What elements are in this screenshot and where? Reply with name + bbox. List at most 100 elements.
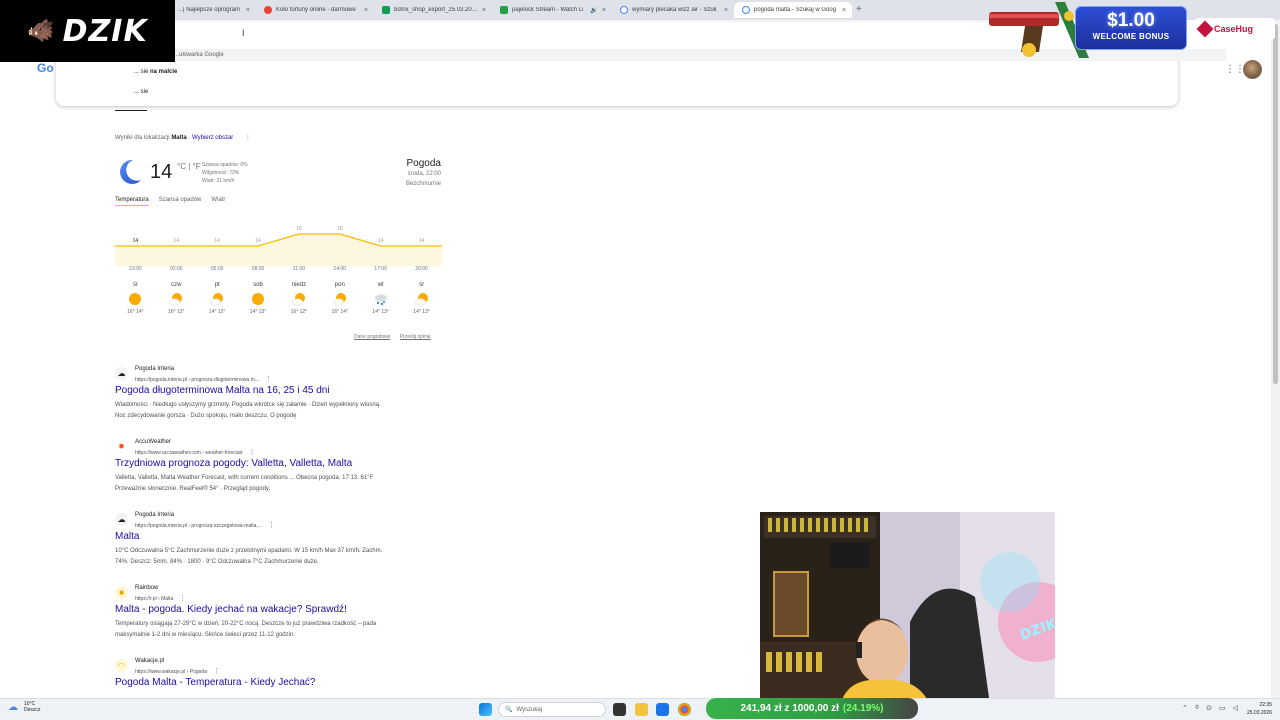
day-temps: 16° 14° — [331, 309, 349, 315]
logo-text: DZIK — [62, 13, 148, 49]
browser-tab[interactable]: Koło fortuny online - darmowe × — [256, 2, 374, 18]
url-text: https://www.accuweather.com › weather-fo… — [135, 450, 243, 456]
scrollbar-thumb[interactable] — [1273, 24, 1278, 384]
temperature-point-label: 14 — [174, 238, 180, 244]
result-url[interactable]: https://r.pl › Malta ⋮ — [135, 594, 186, 602]
browser-tab[interactable]: pajelock Stream - Watch Li 🔊 × — [492, 2, 612, 18]
windows-start-icon[interactable] — [479, 703, 492, 716]
tab-precipitation[interactable]: Szansa opadów — [159, 197, 202, 206]
more-options-icon[interactable]: ⋮ — [179, 595, 186, 602]
result-site[interactable]: Pogoda Interia — [135, 366, 174, 372]
search-result: ◠ Wakacje.pl https://www.wakacje.pl › Po… — [115, 658, 455, 695]
chrome-icon[interactable] — [678, 703, 691, 716]
result-title[interactable]: Malta - pogoda. Kiedy jechać na wakacje?… — [115, 604, 347, 615]
weather-footer: Dane pogodowe Prześlij opinię — [346, 334, 431, 340]
avatar[interactable] — [1243, 60, 1262, 79]
result-url[interactable]: https://www.accuweather.com › weather-fo… — [135, 448, 256, 456]
day-forecast[interactable]: pt 14° 12° — [200, 282, 234, 315]
day-temps: 14° 13° — [372, 309, 389, 315]
day-forecast[interactable]: śr 16° 14° — [118, 282, 152, 315]
feedback-link[interactable]: Prześlij opinię — [400, 334, 431, 340]
more-options-icon[interactable]: ⋮ — [268, 522, 275, 529]
day-forecast[interactable]: pon 16° 14° — [323, 282, 357, 315]
browser-tab[interactable]: wymiary plecaka wizz air - Szuk × — [612, 2, 734, 18]
unit-toggle[interactable]: °C | °F — [177, 162, 201, 171]
more-options-icon[interactable]: ⋮ — [245, 135, 251, 141]
file-explorer-icon[interactable] — [635, 703, 648, 716]
more-options-icon[interactable]: ⋮ — [265, 376, 272, 383]
new-tab-button[interactable]: + — [856, 4, 862, 15]
suggestion-item[interactable]: ... sie — [134, 89, 148, 95]
result-site[interactable]: Rainbow — [135, 585, 158, 591]
change-area-link[interactable]: Wybierz obszar — [192, 135, 233, 141]
task-view-icon[interactable] — [613, 703, 626, 716]
search-result: ☁ Pogoda Interia https://pogoda.interia.… — [115, 512, 455, 573]
hour-label: 23:00 — [129, 266, 142, 272]
taskbar-clock[interactable]: 22:35 25.03.2026 — [1247, 701, 1272, 717]
google-logo[interactable]: Go — [37, 61, 54, 75]
stream-logo-overlay: 🐗 DZIK — [0, 0, 175, 62]
donation-amount: 241,94 zł z 1000,00 zł — [740, 703, 839, 714]
result-title[interactable]: Trzydniowa prognoza pogody: Valletta, Va… — [115, 458, 352, 469]
app-icon[interactable] — [656, 703, 669, 716]
day-forecast[interactable]: śr 14° 13° — [405, 282, 439, 315]
speaker-icon[interactable]: 🔊 — [590, 7, 597, 14]
humidity: Wilgotność: 72% — [202, 170, 240, 176]
hour-label: 02:00 — [170, 266, 183, 272]
day-temps: 14° 12° — [208, 309, 226, 315]
location-icon[interactable]: ⊙ — [1206, 704, 1212, 712]
tab-temperature[interactable]: Temperatura — [115, 197, 149, 206]
bonus-label: WELCOME BONUS — [1092, 32, 1170, 41]
close-icon[interactable]: × — [724, 7, 728, 14]
hour-label: 11:00 — [292, 266, 306, 272]
result-title[interactable]: Pogoda długoterminowa Malta na 16, 25 i … — [115, 385, 330, 396]
weather-condition: Bezchmurnie — [405, 181, 441, 187]
temperature-point-label: 14 — [255, 238, 261, 244]
more-options-icon[interactable]: ⋮ — [249, 449, 256, 456]
volume-icon[interactable]: ◁ — [1233, 704, 1238, 712]
tab-label: ...| Najlepsze oprogram — [178, 7, 240, 13]
page-scrollbar[interactable] — [1271, 20, 1280, 700]
day-forecast[interactable]: sob 14° 13° — [241, 282, 275, 315]
taskbar-weather[interactable]: ☁ 10°C Deszcz — [8, 701, 40, 713]
snippet-line: 74%. Deszcz: 5mm. 84% · 1800 · 9°C Odczu… — [115, 559, 319, 565]
day-forecast[interactable]: niedz 16° 12° — [282, 282, 316, 315]
browser-tab-active[interactable]: pogoda malta - Szukaj w Goog × — [734, 2, 852, 18]
tab-wind[interactable]: Wiatr — [211, 197, 225, 206]
browser-tab[interactable]: ...| Najlepsze oprogram × — [170, 2, 256, 18]
close-icon[interactable]: × — [602, 7, 606, 14]
result-title[interactable]: Malta — [115, 531, 139, 542]
close-icon[interactable]: × — [482, 7, 486, 14]
result-site[interactable]: Pogoda Interia — [135, 512, 174, 518]
casehug-brand: CaseHug — [1195, 18, 1275, 40]
result-snippet: Temperatury osiągają 27-29°C w dzień, 20… — [115, 619, 445, 641]
bonus-badge: $1.00 WELCOME BONUS — [1075, 6, 1187, 50]
close-icon[interactable]: × — [246, 7, 250, 14]
day-forecast[interactable]: wt 14° 13° — [364, 282, 398, 315]
result-url[interactable]: https://pogoda.interia.pl › prognoza-dlu… — [135, 375, 272, 383]
close-icon[interactable]: × — [842, 7, 846, 14]
more-options-icon[interactable]: ⋮ — [213, 668, 220, 675]
result-site[interactable]: Wakacje.pl — [135, 658, 164, 664]
suggestion-item[interactable]: ... sie na malcie — [134, 69, 177, 75]
weather-heading: Pogoda środa, 22:00 Bezchmurnie — [406, 158, 441, 189]
weather-tabs: Temperatura Szansa opadów Wiatr — [115, 197, 225, 206]
result-snippet: Valletta, Valletta, Malta Weather Foreca… — [115, 473, 445, 495]
taskbar-search[interactable]: 🔍 Wyszukaj — [498, 702, 606, 717]
weather-data-link[interactable]: Dane pogodowe — [354, 334, 390, 340]
result-url[interactable]: https://www.wakacje.pl › Pogoda ⋮ — [135, 667, 220, 675]
day-forecast[interactable]: czw 16° 12° — [159, 282, 193, 315]
close-icon[interactable]: × — [364, 7, 368, 14]
browser-tab[interactable]: botrix_shop_export_25.03.2026 × — [374, 2, 492, 18]
chevron-up-icon[interactable]: ⌃ — [1182, 704, 1188, 712]
network-icon[interactable]: ▭ — [1219, 704, 1226, 712]
result-title[interactable]: Pogoda Malta - Temperatura - Kiedy Jecha… — [115, 677, 315, 688]
sun-icon: ✹ — [115, 440, 128, 453]
day-name: niedz — [291, 282, 307, 288]
result-site[interactable]: AccuWeather — [135, 439, 171, 445]
rain-cloud-icon: ☁ — [8, 702, 18, 713]
mic-icon[interactable]: ⌽ — [1195, 704, 1199, 712]
result-url[interactable]: https://pogoda.interia.pl › prognoza-szc… — [135, 521, 275, 529]
tab-label: pogoda malta - Szukaj w Goog — [754, 7, 837, 13]
temperature-point-label: 14 — [378, 238, 384, 244]
